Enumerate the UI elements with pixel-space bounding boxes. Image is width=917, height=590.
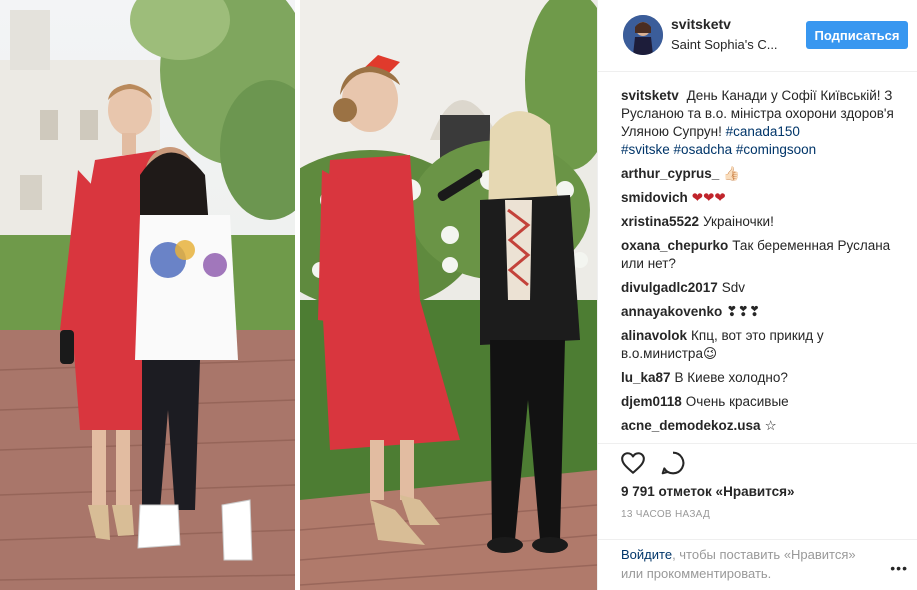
hashtag-comingsoon[interactable]: #comingsoon <box>736 142 816 157</box>
photo-right <box>300 0 597 590</box>
comment-item: divulgadlc2017 Sdv <box>621 279 901 297</box>
comment-text: ❣❣❣ <box>726 304 761 319</box>
comment-text: Очень красивые <box>685 394 789 409</box>
comment-text: Sdv <box>721 280 746 295</box>
comment-item: xristina5522 Украіночки! <box>621 213 901 231</box>
comment-username[interactable]: acne_demodekoz.usa <box>621 418 761 433</box>
post-actions: 9 791 отметок «Нравится» 13 часов назад <box>598 443 917 539</box>
comment-username[interactable]: annayakovenko <box>621 304 722 319</box>
post-side-panel: svitsketv Saint Sophia's C... Подписатьс… <box>597 0 917 590</box>
header-username[interactable]: svitsketv <box>671 16 731 32</box>
header-location[interactable]: Saint Sophia's C... <box>671 37 783 52</box>
comment-item: lu_ka87 В Киеве холодно? <box>621 369 901 387</box>
comment-item: oxana_chepurko Так беременная Руслана или… <box>621 237 901 273</box>
comment-username[interactable]: lu_ka87 <box>621 370 671 385</box>
comment-username[interactable]: alinavolok <box>621 328 687 343</box>
comment-username[interactable]: divulgadlc2017 <box>621 280 718 295</box>
heart-icon[interactable] <box>620 450 648 478</box>
comment-text: ☆ <box>764 418 777 433</box>
login-prompt: Войдите, чтобы поставить «Нравится» или … <box>621 545 881 583</box>
comment-item: smidovich ❤❤❤ <box>621 189 901 207</box>
comment-username[interactable]: smidovich <box>621 190 688 205</box>
comment-item: arthur_cyprus_ 👍🏻 <box>621 165 901 183</box>
post-media[interactable] <box>0 0 597 590</box>
more-options-icon[interactable]: ••• <box>890 560 908 576</box>
post-timestamp[interactable]: 13 часов назад <box>621 509 710 520</box>
hashtag-svitske[interactable]: #svitske <box>621 142 670 157</box>
follow-button[interactable]: Подписаться <box>806 21 908 49</box>
comment-item: djem0118 Очень красивые <box>621 393 901 411</box>
caption: svitsketv День Канади у Софії Київській!… <box>621 87 901 159</box>
comment-item: acne_demodekoz.usa ☆ <box>621 417 901 435</box>
likes-count[interactable]: 9 791 отметок «Нравится» <box>621 484 795 499</box>
comment-text: В Киеве холодно? <box>674 370 788 385</box>
comment-text: Украіночки! <box>703 214 774 229</box>
comment-username[interactable]: xristina5522 <box>621 214 699 229</box>
comment-item: alinavolok Кпц, вот это прикид у в.о.мини… <box>621 327 901 363</box>
instagram-post: svitsketv Saint Sophia's C... Подписатьс… <box>0 0 917 590</box>
comment-text: ❤❤❤ <box>691 190 726 205</box>
comment-item: annayakovenko ❣❣❣ <box>621 303 901 321</box>
comment-username[interactable]: oxana_chepurko <box>621 238 728 253</box>
hashtag-osadcha[interactable]: #osadcha <box>674 142 733 157</box>
comment-username[interactable]: arthur_cyprus_ <box>621 166 719 181</box>
login-link[interactable]: Войдите <box>621 547 672 562</box>
photo-left <box>0 0 295 590</box>
avatar[interactable] <box>623 15 663 55</box>
hashtag-canada150[interactable]: #canada150 <box>726 124 800 139</box>
comment-text: 👍🏻 <box>723 166 741 181</box>
comments-list: svitsketv День Канади у Софії Київській!… <box>621 87 901 441</box>
post-footer: Войдите, чтобы поставить «Нравится» или … <box>598 539 917 590</box>
caption-username[interactable]: svitsketv <box>621 88 679 103</box>
comment-username[interactable]: djem0118 <box>621 394 682 409</box>
comment-bubble-icon[interactable] <box>660 450 688 478</box>
post-header: svitsketv Saint Sophia's C... Подписатьс… <box>598 0 917 72</box>
